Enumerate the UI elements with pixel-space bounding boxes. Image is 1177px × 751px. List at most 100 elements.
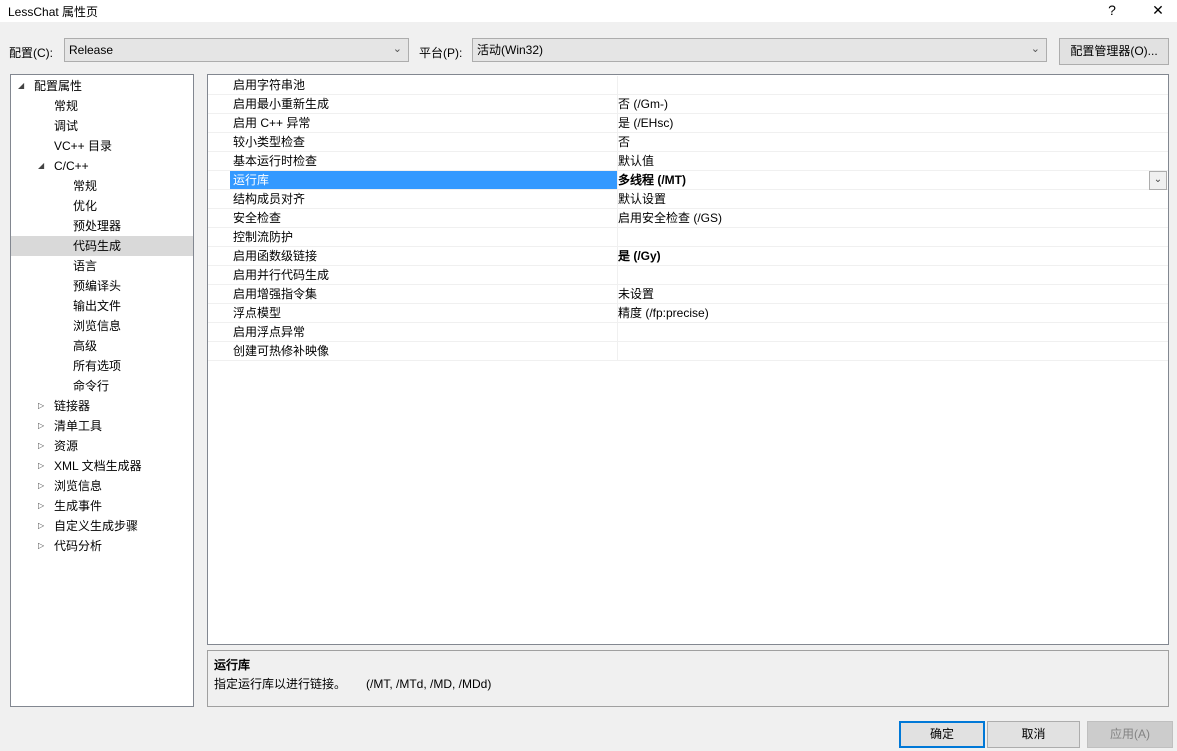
tree-item[interactable]: 调试	[11, 116, 193, 136]
tree-item-label: 代码生成	[73, 239, 122, 253]
config-manager-button[interactable]: 配置管理器(O)...	[1059, 38, 1169, 65]
property-row[interactable]: 运行库 多线程 (/MT) ⌄	[208, 171, 1168, 190]
property-row[interactable]: 启用字符串池	[208, 76, 1168, 95]
tree-item[interactable]: 所有选项	[11, 356, 193, 376]
tree-item[interactable]: ▷ 资源	[11, 436, 193, 456]
property-value[interactable]: 是 (/Gy)	[614, 247, 1148, 265]
property-value[interactable]	[614, 228, 1148, 246]
property-name: 启用 C++ 异常	[230, 114, 618, 132]
property-row[interactable]: 启用函数级链接是 (/Gy)	[208, 247, 1168, 266]
tree-item-label: 预编译头	[73, 279, 122, 293]
property-value[interactable]	[614, 266, 1148, 284]
collapsed-arrow-icon[interactable]: ▷	[38, 536, 44, 556]
property-row[interactable]: 启用增强指令集 未设置	[208, 285, 1168, 304]
tree-item[interactable]: ▷ 清单工具	[11, 416, 193, 436]
property-name: 运行库	[230, 171, 618, 189]
tree-item-label: XML 文档生成器	[54, 459, 142, 473]
tree-item[interactable]: ◢ 配置属性	[11, 76, 193, 96]
platform-value: 活动(Win32)	[477, 43, 544, 57]
window-title: LessChat 属性页	[8, 5, 99, 19]
property-row[interactable]: 启用并行代码生成	[208, 266, 1168, 285]
property-value[interactable]: 未设置	[614, 285, 1148, 303]
tree-item-label: 资源	[54, 439, 79, 453]
expanded-arrow-icon[interactable]: ◢	[18, 76, 24, 96]
apply-button[interactable]: 应用(A)	[1087, 721, 1173, 748]
collapsed-arrow-icon[interactable]: ▷	[38, 476, 44, 496]
close-button[interactable]: ✕	[1143, 0, 1173, 20]
property-value[interactable]: 默认设置	[614, 190, 1148, 208]
tree-item-label: 常规	[73, 179, 98, 193]
property-row[interactable]: 控制流防护	[208, 228, 1168, 247]
tree-item[interactable]: 输出文件	[11, 296, 193, 316]
property-row[interactable]: 启用 C++ 异常是 (/EHsc)	[208, 114, 1168, 133]
property-value[interactable]: 否	[614, 133, 1148, 151]
tree-item[interactable]: 优化	[11, 196, 193, 216]
config-dropdown[interactable]: Release ⌄	[64, 38, 409, 62]
property-row[interactable]: 启用浮点异常	[208, 323, 1168, 342]
property-value[interactable]	[614, 323, 1148, 341]
cancel-button[interactable]: 取消	[987, 721, 1080, 748]
tree-item-label: 生成事件	[54, 499, 103, 513]
property-row[interactable]: 基本运行时检查 默认值	[208, 152, 1168, 171]
property-name: 控制流防护	[230, 228, 618, 246]
chevron-down-icon: ⌄	[392, 43, 402, 55]
property-tree[interactable]: ◢ 配置属性 常规 调试 VC++ 目录 ◢ C/C++ 常规 优化 预处理器 代码生成 语言 预编译头…	[10, 74, 194, 707]
tree-item[interactable]: ▷ 生成事件	[11, 496, 193, 516]
property-name: 基本运行时检查	[230, 152, 618, 170]
property-row[interactable]: 较小类型检查否	[208, 133, 1168, 152]
tree-item-label: 输出文件	[73, 299, 122, 313]
property-value[interactable]: 多线程 (/MT)	[614, 171, 1148, 189]
tree-item[interactable]: ▷ 自定义生成步骤	[11, 516, 193, 536]
tree-item[interactable]: 预处理器	[11, 216, 193, 236]
property-row[interactable]: 安全检查 启用安全检查 (/GS)	[208, 209, 1168, 228]
tree-item[interactable]: 高级	[11, 336, 193, 356]
property-grid[interactable]: 启用字符串池 启用最小重新生成否 (/Gm-) 启用 C++ 异常是 (/EHsc)…	[207, 74, 1169, 645]
collapsed-arrow-icon[interactable]: ▷	[38, 396, 44, 416]
tree-item[interactable]: ▷ 浏览信息	[11, 476, 193, 496]
collapsed-arrow-icon[interactable]: ▷	[38, 516, 44, 536]
tree-item[interactable]: 命令行	[11, 376, 193, 396]
platform-dropdown[interactable]: 活动(Win32) ⌄	[472, 38, 1047, 62]
tree-item-label: 代码分析	[54, 539, 103, 553]
help-button[interactable]: ?	[1097, 0, 1127, 20]
chevron-down-icon: ⌄	[1030, 43, 1040, 55]
property-name: 较小类型检查	[230, 133, 618, 151]
tree-item-label: 浏览信息	[73, 319, 122, 333]
collapsed-arrow-icon[interactable]: ▷	[38, 496, 44, 516]
ok-button[interactable]: 确定	[899, 721, 985, 748]
property-row[interactable]: 浮点模型 精度 (/fp:precise)	[208, 304, 1168, 323]
property-value[interactable]: 启用安全检查 (/GS)	[614, 209, 1148, 227]
tree-item[interactable]: 常规	[11, 96, 193, 116]
collapsed-arrow-icon[interactable]: ▷	[38, 456, 44, 476]
tree-item[interactable]: ▷ 链接器	[11, 396, 193, 416]
tree-item-label: 浏览信息	[54, 479, 103, 493]
expanded-arrow-icon[interactable]: ◢	[38, 156, 44, 176]
property-value[interactable]: 否 (/Gm-)	[614, 95, 1148, 113]
property-value[interactable]: 默认值	[614, 152, 1148, 170]
property-row[interactable]: 创建可热修补映像	[208, 342, 1168, 361]
property-value[interactable]	[614, 76, 1148, 94]
tree-item-label: 调试	[54, 119, 79, 133]
tree-item[interactable]: 预编译头	[11, 276, 193, 296]
tree-item[interactable]: VC++ 目录	[11, 136, 193, 156]
description-panel: 运行库 指定运行库以进行链接。 (/MT, /MTd, /MD, /MDd)	[207, 650, 1169, 707]
property-value[interactable]	[614, 342, 1148, 360]
tree-item-label: 自定义生成步骤	[54, 519, 139, 533]
property-row[interactable]: 结构成员对齐 默认设置	[208, 190, 1168, 209]
tree-item[interactable]: ▷ XML 文档生成器	[11, 456, 193, 476]
description-title: 运行库	[214, 658, 251, 672]
tree-item[interactable]: 语言	[11, 256, 193, 276]
tree-item[interactable]: 代码生成	[11, 236, 193, 256]
property-value[interactable]: 是 (/EHsc)	[614, 114, 1148, 132]
collapsed-arrow-icon[interactable]: ▷	[38, 436, 44, 456]
tree-item[interactable]: ◢ C/C++	[11, 156, 193, 176]
config-label: 配置(C):	[9, 46, 53, 60]
property-row[interactable]: 启用最小重新生成否 (/Gm-)	[208, 95, 1168, 114]
property-value[interactable]: 精度 (/fp:precise)	[614, 304, 1148, 322]
collapsed-arrow-icon[interactable]: ▷	[38, 416, 44, 436]
tree-item[interactable]: 浏览信息	[11, 316, 193, 336]
tree-item[interactable]: 常规	[11, 176, 193, 196]
tree-item[interactable]: ▷ 代码分析	[11, 536, 193, 556]
value-dropdown-button[interactable]: ⌄	[1149, 171, 1167, 190]
close-icon: ✕	[1152, 2, 1164, 18]
